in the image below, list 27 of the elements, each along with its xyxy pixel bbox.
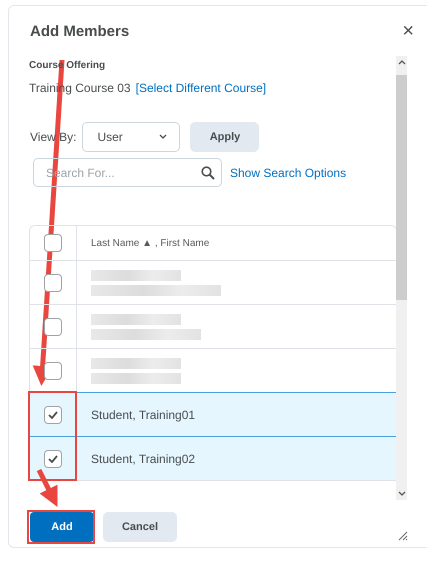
cancel-button[interactable]: Cancel — [103, 512, 177, 542]
scroll-up-icon[interactable] — [398, 59, 406, 65]
row-checkbox[interactable] — [44, 274, 62, 292]
close-button[interactable]: × — [402, 21, 414, 41]
checkmark-icon — [48, 454, 58, 462]
member-name: Student, Training02 — [91, 452, 196, 466]
select-course-link[interactable]: [Select Different Course] — [136, 81, 266, 95]
dialog-title: Add Members — [30, 22, 130, 40]
search-icon — [201, 166, 215, 180]
view-by-select[interactable]: User — [82, 122, 180, 152]
member-name: Student, Training01 — [91, 408, 196, 422]
resize-handle-icon[interactable] — [398, 531, 408, 541]
checkmark-icon — [48, 410, 58, 418]
row-checkbox[interactable] — [44, 450, 62, 468]
scroll-down-icon[interactable] — [398, 491, 406, 497]
highlight-frame — [27, 510, 95, 544]
add-button[interactable]: Add — [30, 512, 94, 542]
select-all-checkbox[interactable] — [44, 234, 62, 252]
scrollbar[interactable] — [396, 56, 407, 500]
column-header[interactable]: Last Name ▲ , First Name — [91, 238, 396, 248]
annotation-arrow — [36, 468, 58, 507]
chevron-down-icon — [159, 134, 168, 140]
apply-button[interactable]: Apply — [190, 122, 260, 152]
row-checkbox[interactable] — [44, 362, 62, 380]
row-checkbox[interactable] — [44, 406, 62, 424]
search-options-link[interactable]: Show Search Options — [230, 166, 346, 180]
row-checkbox[interactable] — [44, 318, 62, 336]
